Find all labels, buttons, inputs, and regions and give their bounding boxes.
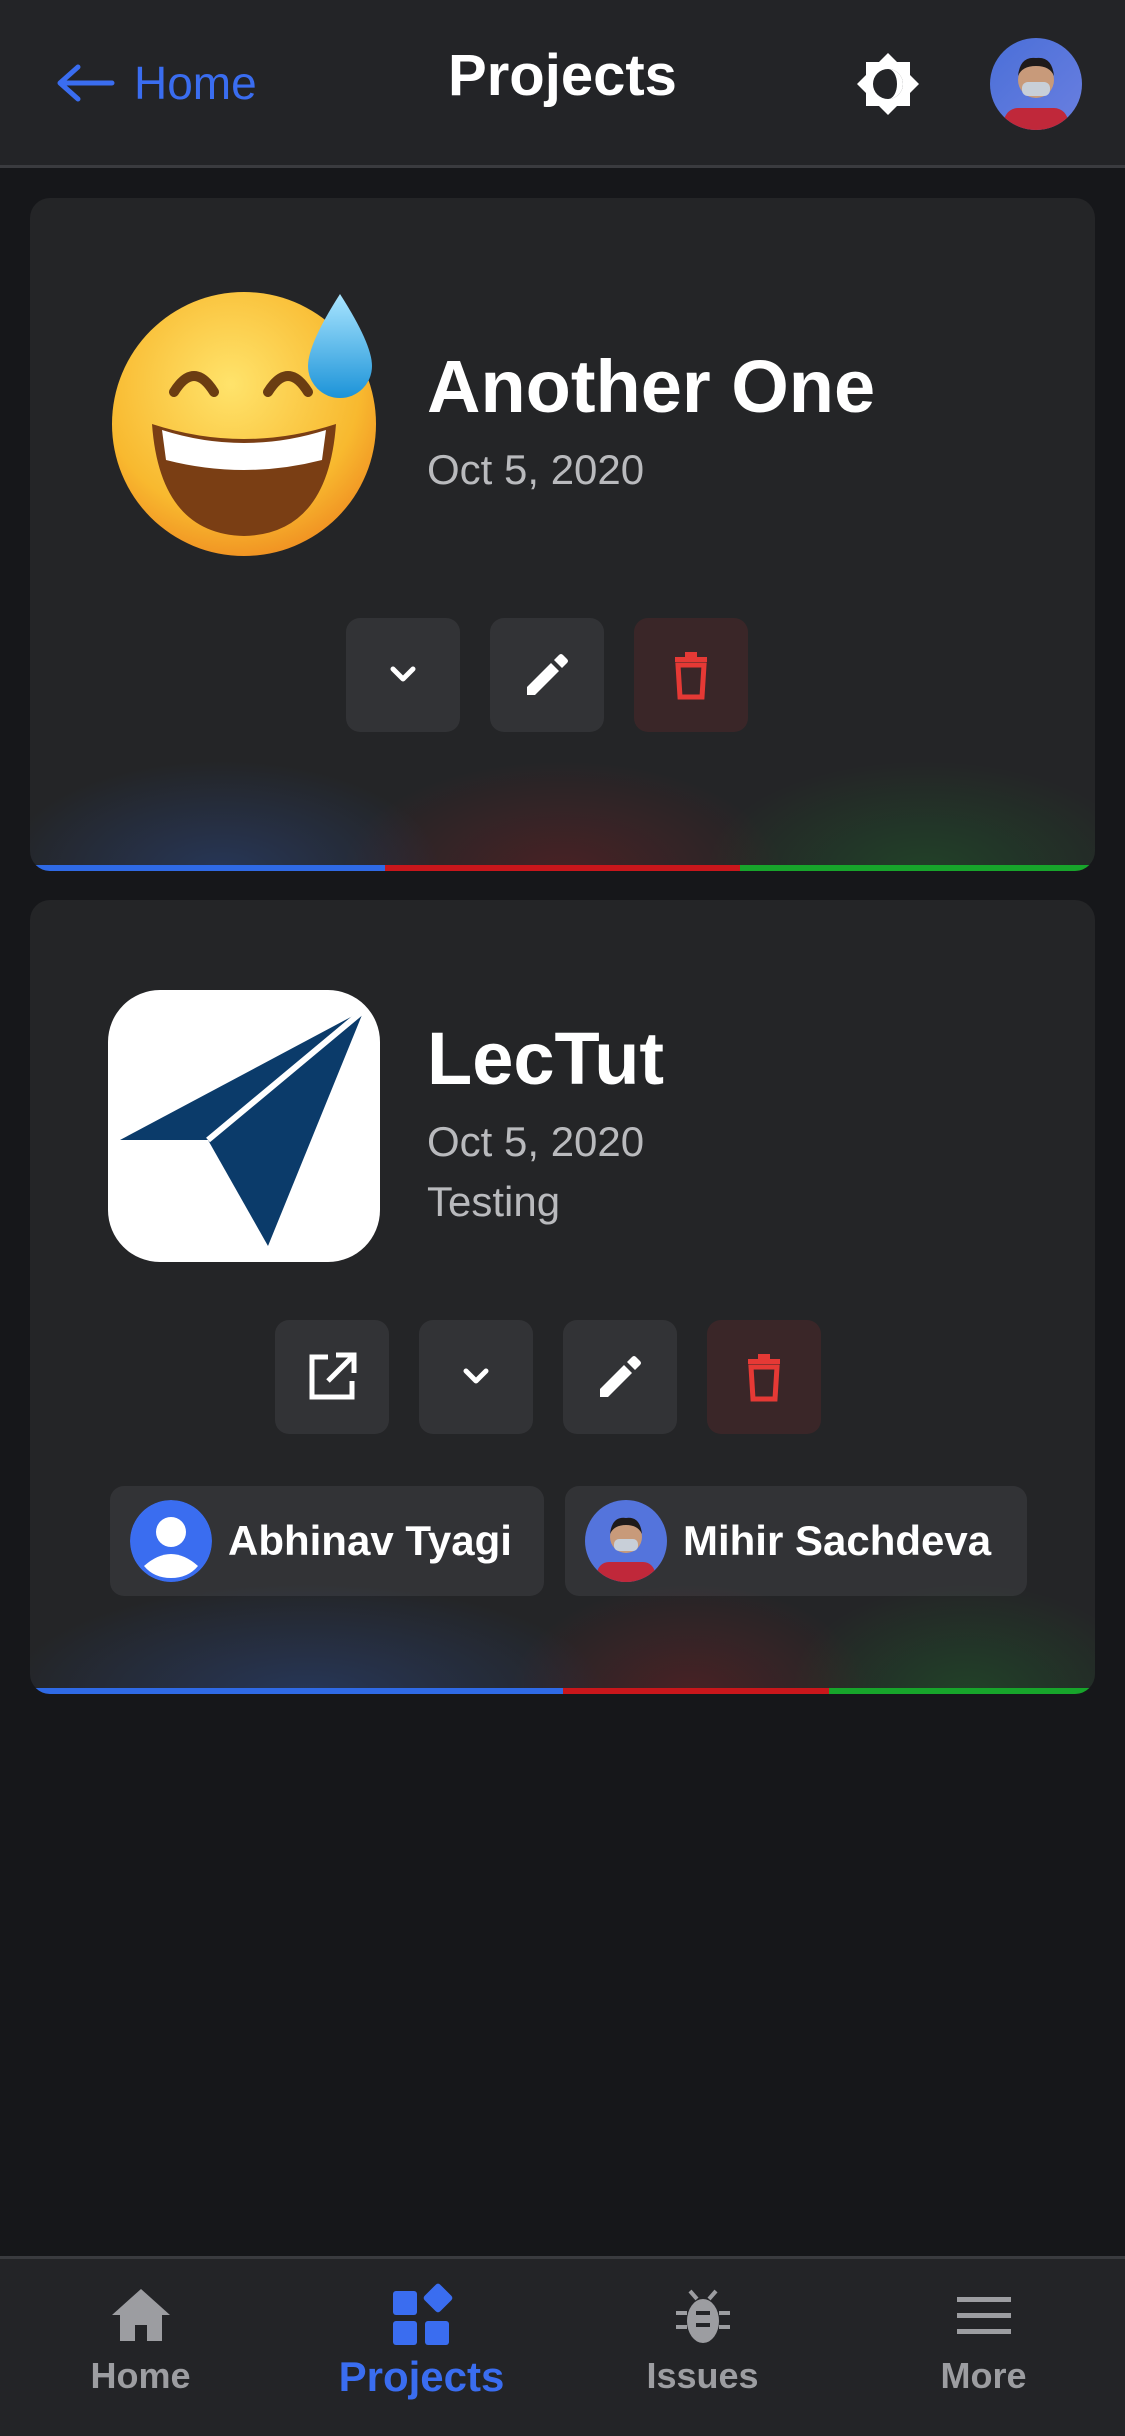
expand-button[interactable]: [419, 1320, 533, 1434]
nav-label: Home: [90, 2355, 191, 2396]
pencil-icon: [600, 1356, 641, 1397]
arrow-left-icon: [57, 64, 115, 102]
delete-button[interactable]: [634, 618, 748, 732]
top-app-bar: Home Projects: [0, 0, 1125, 168]
projects-icon: [392, 2283, 452, 2345]
member-chip-mihir-sachdeva[interactable]: Mihir Sachdeva: [565, 1486, 1027, 1596]
theme-toggle-button[interactable]: [852, 48, 924, 120]
paper-plane-logo-icon: [108, 990, 380, 1262]
back-home-label: Home: [134, 57, 257, 109]
project-card: Another One Oct 5, 2020: [30, 198, 1095, 871]
nav-item-more[interactable]: More: [843, 2259, 1124, 2436]
bottom-navigation: Home Projects Issues More: [0, 2256, 1125, 2436]
project-card: LecTut Oct 5, 2020 Testing Abhinav Tyagi…: [30, 900, 1095, 1694]
card-glow: [30, 761, 1095, 871]
photo-avatar-icon: [990, 38, 1082, 130]
project-name: LecTut: [427, 1017, 665, 1100]
nav-item-projects[interactable]: Projects: [281, 2259, 562, 2436]
delete-button[interactable]: [707, 1320, 821, 1434]
photo-avatar-icon: [585, 1500, 667, 1582]
user-avatar[interactable]: [990, 38, 1082, 130]
progress-strip: [30, 1688, 1095, 1694]
edit-button[interactable]: [563, 1320, 677, 1434]
bug-icon: [675, 2289, 730, 2343]
sweat-smile-emoji-icon: [108, 284, 380, 556]
back-home-link[interactable]: Home: [56, 48, 257, 118]
menu-icon: [956, 2297, 1011, 2334]
project-date: Oct 5, 2020: [427, 1118, 645, 1165]
nav-item-issues[interactable]: Issues: [562, 2259, 843, 2436]
trash-icon: [748, 1354, 780, 1402]
open-external-button[interactable]: [275, 1320, 389, 1434]
brightness-icon: [857, 53, 919, 115]
nav-label: More: [940, 2355, 1027, 2396]
project-description: Testing: [427, 1178, 561, 1225]
home-icon: [111, 2289, 170, 2341]
chevron-down-icon: [463, 1368, 489, 1384]
project-date: Oct 5, 2020: [427, 446, 645, 493]
nav-label: Projects: [338, 2353, 505, 2400]
pencil-icon: [527, 654, 568, 695]
open-external-icon: [309, 1352, 357, 1400]
edit-button[interactable]: [490, 618, 604, 732]
card-glow: [30, 1584, 1095, 1694]
trash-icon: [675, 652, 707, 700]
chevron-down-icon: [390, 666, 416, 682]
progress-strip: [30, 865, 1095, 871]
project-name: Another One: [427, 345, 876, 428]
member-chip-abhinav-tyagi[interactable]: Abhinav Tyagi: [110, 1486, 544, 1596]
member-name: Abhinav Tyagi: [228, 1517, 512, 1564]
default-person-avatar-icon: [130, 1500, 212, 1582]
expand-button[interactable]: [346, 618, 460, 732]
member-name: Mihir Sachdeva: [683, 1517, 992, 1564]
nav-label: Issues: [646, 2355, 759, 2396]
nav-item-home[interactable]: Home: [0, 2259, 281, 2436]
